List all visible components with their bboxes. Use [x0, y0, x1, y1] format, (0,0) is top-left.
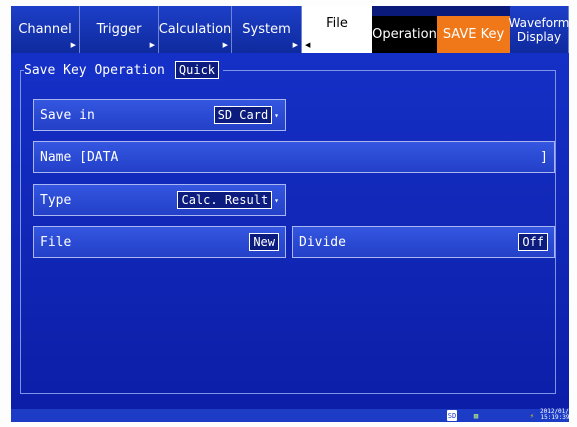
status-bar: SD ▧ ⚡ 2012/01/25 15:19:39: [11, 409, 576, 422]
dropdown-arrow-icon: ▾: [274, 195, 279, 205]
save-in-field[interactable]: Save in SD Card ▾: [33, 99, 286, 131]
sd-label: SD: [447, 411, 457, 420]
tab-label: File: [326, 16, 348, 31]
tab-label: System: [242, 22, 291, 37]
field-label: Name [DATA: [40, 149, 119, 165]
submenu-arrow-icon: ▶: [149, 41, 155, 49]
field-label: Save in: [40, 107, 95, 123]
time: 15:19:39: [540, 414, 570, 421]
save-in-value[interactable]: SD Card: [213, 106, 273, 124]
field-label: Divide: [299, 234, 346, 250]
divide-value[interactable]: Off: [518, 233, 548, 251]
name-field[interactable]: Name [DATA ]: [33, 141, 555, 173]
tab-label: Calculation: [158, 22, 232, 37]
file-field[interactable]: File New: [33, 226, 286, 258]
tab-channel[interactable]: Channel ▶: [11, 6, 80, 53]
sd-card-icon: SD: [447, 410, 457, 421]
tab-trigger[interactable]: Trigger ▶: [80, 6, 159, 53]
tab-system[interactable]: System ▶: [232, 6, 302, 53]
submenu-arrow-icon: ◀: [305, 41, 311, 49]
group-title: Save Key Operation Quick: [24, 59, 224, 81]
tab-save-key[interactable]: SAVE Key: [437, 16, 510, 53]
tab-bar: Channel ▶ Trigger ▶ Calculation ▶ System…: [11, 6, 569, 53]
submenu-arrow-icon: ▶: [222, 41, 228, 49]
name-close-bracket: ]: [540, 149, 548, 165]
type-field[interactable]: Type Calc. Result ▾: [33, 184, 286, 216]
tab-calculation[interactable]: Calculation ▶: [159, 6, 232, 53]
power-icon: ⚡: [529, 411, 535, 420]
submenu-arrow-icon: ▶: [70, 41, 76, 49]
divide-field[interactable]: Divide Off: [292, 226, 555, 258]
window: Channel ▶ Trigger ▶ Calculation ▶ System…: [0, 0, 577, 427]
file-value[interactable]: New: [249, 233, 279, 251]
type-value[interactable]: Calc. Result: [177, 191, 273, 209]
tab-label-line2: Display: [516, 29, 562, 44]
tab-label-line1: Waveform: [508, 15, 570, 30]
usb-icon: ▧: [473, 411, 479, 420]
field-label: File: [40, 234, 72, 250]
tab-label: Channel: [18, 22, 72, 37]
mode-selector[interactable]: Quick: [174, 61, 220, 79]
submenu-arrow-icon: ▶: [292, 41, 298, 49]
tab-waveform-display[interactable]: Waveform Display: [508, 6, 570, 53]
tab-label: Operation: [372, 27, 437, 42]
tab-label: Trigger: [96, 22, 142, 37]
datetime: 2012/01/25 15:19:39: [540, 409, 576, 422]
settings-panel: Save Key Operation Quick Save in SD Card…: [11, 53, 569, 409]
dropdown-arrow-icon: ▾: [274, 110, 279, 120]
tab-label: SAVE Key: [442, 27, 505, 42]
field-label: Type: [40, 192, 72, 208]
tab-operation[interactable]: Operation: [372, 16, 437, 53]
tab-file[interactable]: File ◀: [302, 6, 372, 53]
group-title-text: Save Key Operation: [24, 62, 165, 78]
